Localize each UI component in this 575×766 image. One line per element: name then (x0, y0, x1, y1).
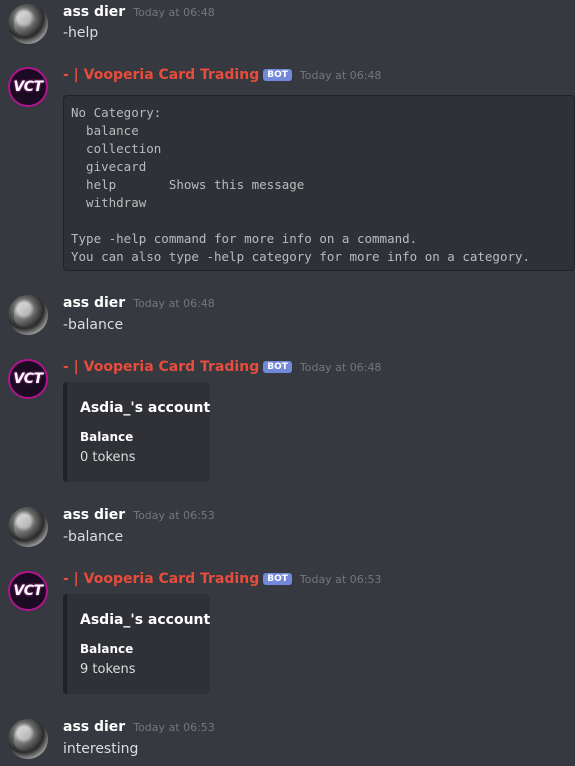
username[interactable]: ass dier (63, 719, 125, 735)
code-line: withdraw (71, 195, 147, 210)
embed: Asdia_'s account Balance 9 tokens (63, 594, 210, 694)
code-line: givecard (71, 159, 147, 174)
embed: Asdia_'s account Balance 0 tokens (63, 382, 210, 482)
timestamp: Today at 06:53 (133, 509, 215, 522)
timestamp: Today at 06:48 (299, 69, 382, 82)
code-line: No Category: (71, 105, 162, 120)
timestamp: Today at 06:48 (133, 297, 215, 310)
bot-tag: BOT (263, 573, 292, 585)
bot-avatar[interactable]: VCT (8, 67, 48, 107)
avatar-text: VCT (13, 371, 43, 387)
username[interactable]: ass dier (63, 295, 125, 311)
code-line: help Shows this message (71, 177, 305, 192)
timestamp: Today at 06:53 (133, 721, 215, 734)
code-line: Type -help command for more info on a co… (71, 231, 418, 246)
username[interactable]: ass dier (63, 507, 125, 523)
code-line: balance (71, 123, 139, 138)
user-avatar[interactable] (8, 4, 48, 44)
embed-field-name: Balance (80, 642, 134, 656)
user-avatar[interactable] (8, 507, 48, 547)
timestamp: Today at 06:53 (299, 573, 382, 586)
user-avatar[interactable] (8, 295, 48, 335)
code-line: You can also type -help category for mor… (71, 249, 531, 264)
code-line: collection (71, 141, 162, 156)
bot-username[interactable]: - | Vooperia Card Trading (63, 359, 259, 375)
message-text: -help (63, 25, 99, 41)
bot-username[interactable]: - | Vooperia Card Trading (63, 571, 259, 587)
bot-avatar[interactable]: VCT (8, 571, 48, 611)
avatar-text: VCT (13, 79, 43, 95)
message-text: interesting (63, 741, 139, 757)
message-text: -balance (63, 529, 124, 545)
message-text: -balance (63, 317, 124, 333)
bot-username[interactable]: - | Vooperia Card Trading (63, 67, 259, 83)
avatar-text: VCT (13, 583, 43, 599)
bot-tag: BOT (263, 361, 292, 373)
user-avatar[interactable] (8, 719, 48, 759)
embed-field-value: 0 tokens (80, 450, 136, 465)
embed-title: Asdia_'s account (80, 612, 211, 628)
embed-field-name: Balance (80, 430, 134, 444)
code-block: No Category: balance collection givecard… (63, 95, 575, 271)
embed-title: Asdia_'s account (80, 400, 211, 416)
embed-field-value: 9 tokens (80, 662, 136, 677)
bot-avatar[interactable]: VCT (8, 359, 48, 399)
timestamp: Today at 06:48 (299, 361, 382, 374)
timestamp: Today at 06:48 (133, 6, 215, 19)
username[interactable]: ass dier (63, 4, 125, 20)
bot-tag: BOT (263, 69, 292, 81)
